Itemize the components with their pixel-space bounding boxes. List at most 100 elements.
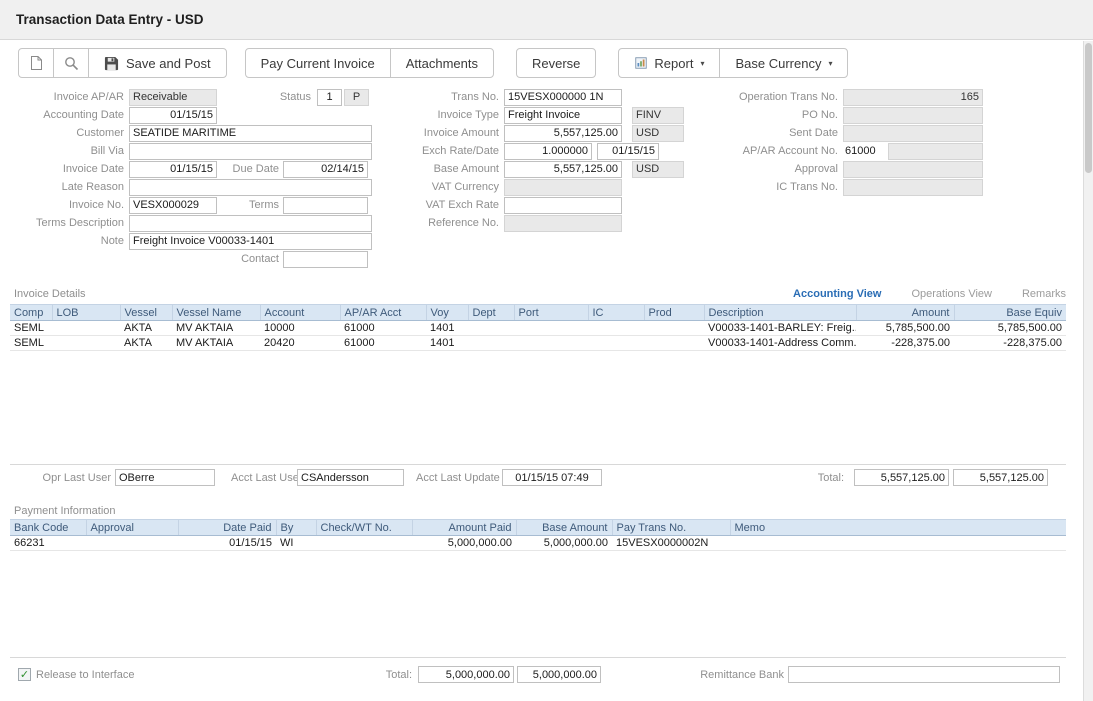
late-reason-label: Late Reason xyxy=(8,181,129,193)
trans-no-field[interactable]: 15VESX000000 1N xyxy=(504,89,622,106)
late-reason-field[interactable] xyxy=(129,179,372,196)
invoice-date-label: Invoice Date xyxy=(8,163,129,175)
release-to-interface-checkbox[interactable]: ✓ xyxy=(18,668,31,681)
cell: 5,785,500.00 xyxy=(856,321,954,336)
column-header-ic: IC xyxy=(588,305,644,321)
payment-row[interactable]: 66231 01/15/15 WI 5,000,000.00 5,000,000… xyxy=(10,536,1066,551)
search-button[interactable] xyxy=(53,48,89,78)
status-code-field[interactable]: 1 xyxy=(317,89,342,106)
cell xyxy=(52,336,120,351)
attachments-button[interactable]: Attachments xyxy=(390,48,494,78)
remittance-bank-field[interactable] xyxy=(788,666,1060,683)
remittance-bank: Remittance Bank xyxy=(688,666,1060,683)
scrollbar-thumb[interactable] xyxy=(1085,43,1092,173)
column-header-description: Description xyxy=(704,305,856,321)
cell: 20420 xyxy=(260,336,340,351)
invoice-detail-row[interactable]: SEML AKTA MV AKTAIA 20420 61000 1401 V00… xyxy=(10,336,1066,351)
base-currency-button[interactable]: Base Currency ▾ xyxy=(719,48,848,78)
window-titlebar: Transaction Data Entry - USD xyxy=(0,0,1093,40)
note-field[interactable]: Freight Invoice V00033-1401 xyxy=(129,233,372,250)
contact-label: Contact xyxy=(217,253,283,265)
accounting-date-label: Accounting Date xyxy=(8,109,129,121)
invoice-details-section-label: Invoice Details xyxy=(14,288,86,300)
form-row: Bill Via xyxy=(8,142,380,160)
terms-description-field[interactable] xyxy=(129,215,372,232)
window-title: Transaction Data Entry - USD xyxy=(16,12,204,27)
cell: MV AKTAIA xyxy=(172,321,260,336)
cell xyxy=(316,536,412,551)
pay-current-invoice-button[interactable]: Pay Current Invoice xyxy=(245,48,391,78)
payment-total-amount-paid-field: 5,000,000.00 xyxy=(418,666,514,683)
invoice-amount-currency-field: USD xyxy=(632,125,684,142)
report-label: Report xyxy=(654,56,693,71)
accounting-date-field[interactable]: 01/15/15 xyxy=(129,107,217,124)
invoice-detail-row[interactable]: SEML AKTA MV AKTAIA 10000 61000 1401 V00… xyxy=(10,321,1066,336)
form-row: VAT Currency xyxy=(378,178,694,196)
base-currency-label: Base Currency xyxy=(735,56,821,71)
form-row: IC Trans No. xyxy=(710,178,994,196)
form-row: Sent Date xyxy=(710,124,994,142)
form-row: Reference No. xyxy=(378,214,694,232)
vertical-scrollbar[interactable] xyxy=(1083,41,1093,701)
toolbar-group-reverse: Reverse xyxy=(516,48,596,78)
vat-currency-label: VAT Currency xyxy=(378,181,504,193)
trans-no-label: Trans No. xyxy=(378,91,504,103)
cell xyxy=(514,321,588,336)
spacer xyxy=(129,259,217,260)
cell: 61000 xyxy=(340,321,426,336)
bill-via-field[interactable] xyxy=(129,143,372,160)
column-header-pay-trans-no: Pay Trans No. xyxy=(612,520,730,536)
form-row: PO No. xyxy=(710,106,994,124)
column-header-lob: LOB xyxy=(52,305,120,321)
invoice-date-field[interactable]: 01/15/15 xyxy=(129,161,217,178)
report-button[interactable]: Report ▾ xyxy=(618,48,720,78)
po-no-label: PO No. xyxy=(710,109,843,121)
acct-last-user-field: CSAndersson xyxy=(297,469,404,486)
column-header-amount: Amount xyxy=(856,305,954,321)
vat-exch-rate-field[interactable] xyxy=(504,197,622,214)
chevron-down-icon: ▾ xyxy=(700,59,704,68)
operation-trans-no-field: 165 xyxy=(843,89,983,106)
reverse-button[interactable]: Reverse xyxy=(516,48,596,78)
column-header-memo: Memo xyxy=(730,520,1066,536)
terms-description-label: Terms Description xyxy=(8,217,129,229)
save-and-post-button[interactable]: Save and Post xyxy=(88,48,227,78)
customer-field[interactable]: SEATIDE MARITIME xyxy=(129,125,372,142)
column-header-approval: Approval xyxy=(86,520,178,536)
form-row: Terms Description xyxy=(8,214,380,232)
customer-label: Customer xyxy=(8,127,129,139)
cell xyxy=(644,336,704,351)
bottom-bar: ✓ Release to Interface Total: 5,000,000.… xyxy=(10,666,1066,684)
invoice-details-footer: Opr Last User OBerre Acct Last User CSAn… xyxy=(10,469,1066,486)
note-label: Note xyxy=(8,235,129,247)
column-header-vessel: Vessel xyxy=(120,305,172,321)
terms-field[interactable] xyxy=(283,197,368,214)
cell: 1401 xyxy=(426,336,468,351)
cell xyxy=(644,321,704,336)
cell: 01/15/15 xyxy=(178,536,276,551)
exch-rate-field[interactable]: 1.000000 xyxy=(504,143,592,160)
column-header-port: Port xyxy=(514,305,588,321)
payment-information-section-label: Payment Information xyxy=(14,505,116,517)
invoice-amount-field[interactable]: 5,557,125.00 xyxy=(504,125,622,142)
save-icon xyxy=(104,56,119,71)
exch-date-field[interactable]: 01/15/15 xyxy=(597,143,659,160)
base-amount-field[interactable]: 5,557,125.00 xyxy=(504,161,622,178)
pay-current-invoice-label: Pay Current Invoice xyxy=(261,56,375,71)
cell: MV AKTAIA xyxy=(172,336,260,351)
new-document-button[interactable] xyxy=(18,48,54,78)
invoice-no-field[interactable]: VESX000029 xyxy=(129,197,217,214)
new-document-icon xyxy=(30,55,43,71)
toolbar-group-invoice: Pay Current Invoice Attachments xyxy=(245,48,494,78)
due-date-field[interactable]: 02/14/15 xyxy=(283,161,368,178)
invoice-details-grid: Comp LOB Vessel Vessel Name Account AP/A… xyxy=(10,304,1066,465)
contact-field[interactable] xyxy=(283,251,368,268)
terms-label: Terms xyxy=(217,199,283,211)
apar-account-no-value: 61000 xyxy=(843,145,885,157)
form-row: AP/AR Account No. 61000 xyxy=(710,142,994,160)
cell: AKTA xyxy=(120,336,172,351)
form-row: VAT Exch Rate xyxy=(378,196,694,214)
acct-last-update-label: Acct Last Update xyxy=(416,472,502,484)
invoice-type-field[interactable]: Freight Invoice xyxy=(504,107,622,124)
release-to-interface: ✓ Release to Interface xyxy=(18,668,134,681)
